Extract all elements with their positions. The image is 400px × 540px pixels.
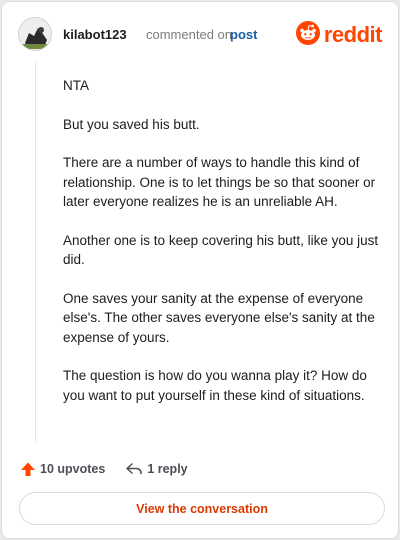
reddit-logo[interactable]: reddit	[295, 20, 383, 50]
reply-arrow-icon	[125, 461, 143, 477]
comment-paragraph: The question is how do you wanna play it…	[63, 368, 367, 403]
comment-paragraph: NTA	[63, 78, 89, 93]
upvote-arrow-icon	[20, 461, 36, 477]
comment-paragraph: There are a number of ways to handle thi…	[63, 155, 376, 209]
comment-paragraph: But you saved his butt.	[63, 116, 200, 132]
comment-actions: 10 upvotes 1 reply	[20, 458, 188, 480]
avatar[interactable]	[18, 17, 52, 51]
reddit-wordmark: reddit	[323, 22, 383, 47]
thread-line	[35, 62, 36, 442]
view-conversation-button[interactable]: View the conversation	[19, 492, 385, 525]
username-link[interactable]: kilabot123	[63, 27, 127, 42]
reply-count: 1 reply	[147, 462, 188, 476]
reddit-snoo-icon	[295, 20, 320, 50]
comment-paragraph: Another one is to keep covering his butt…	[63, 232, 379, 268]
comment-paragraph: One saves your sanity at the expense of …	[63, 290, 375, 345]
comment-card: kilabot123 commented on post reddit NTA …	[1, 1, 399, 539]
comment-body: NTA But you saved his butt. There are a …	[63, 76, 383, 424]
upvote-button[interactable]: 10 upvotes	[20, 461, 105, 477]
post-link[interactable]: post	[230, 27, 257, 42]
upvotes-count: 10 upvotes	[40, 462, 106, 476]
comment-header: kilabot123 commented on post reddit	[18, 17, 383, 53]
commented-on-text: commented on	[146, 27, 232, 42]
reply-button[interactable]: 1 reply	[125, 461, 188, 477]
